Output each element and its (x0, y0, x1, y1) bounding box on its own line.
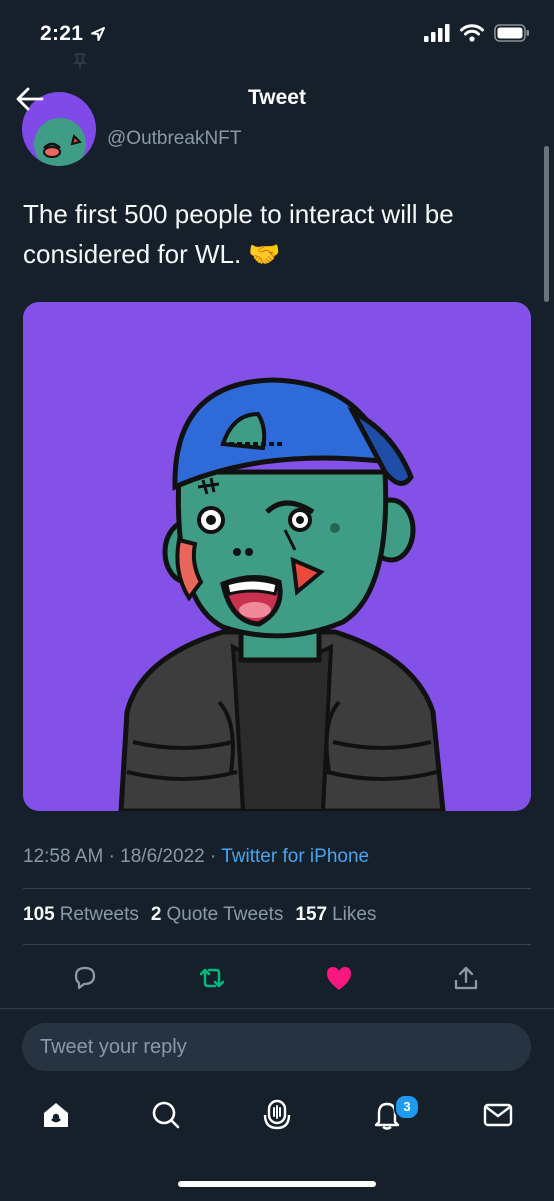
reply-icon (74, 966, 96, 990)
share-button[interactable] (446, 958, 486, 998)
scrolled-content (72, 52, 88, 75)
page-title: Tweet (248, 86, 306, 109)
share-icon (454, 966, 478, 990)
location-arrow-icon (91, 27, 105, 41)
author-handle[interactable]: @OutbreakNFT (107, 128, 241, 150)
tweet-time: 12:58 AM (23, 846, 104, 867)
tweet-timestamp: 12:58 AM · 18/6/2022 · Twitter for iPhon… (23, 846, 369, 868)
pin-icon (72, 53, 88, 69)
tab-messages[interactable] (473, 1090, 523, 1140)
cellular-signal-icon (424, 24, 450, 42)
spaces-icon (263, 1099, 291, 1130)
tab-search[interactable] (141, 1090, 191, 1140)
tweet-date: 18/6/2022 (120, 846, 205, 867)
engagement-stats: 105 Retweets 2 Quote Tweets 157 Likes (23, 904, 376, 926)
search-icon (152, 1101, 180, 1129)
divider (23, 944, 531, 945)
messages-icon (483, 1103, 513, 1127)
divider (23, 888, 531, 889)
notifications-badge: 3 (394, 1094, 420, 1120)
tab-spaces[interactable] (252, 1090, 302, 1140)
reply-button[interactable] (65, 958, 105, 998)
tab-bar (0, 1090, 554, 1146)
tweet-source-link[interactable]: Twitter for iPhone (221, 846, 369, 867)
heart-filled-icon (327, 967, 351, 990)
zombie-nft-image (118, 377, 446, 811)
reply-input[interactable]: Tweet your reply (22, 1023, 531, 1071)
tweet-text: The first 500 people to interact will be… (23, 199, 454, 269)
tweet-actions (0, 958, 554, 998)
header: Tweet (0, 74, 554, 124)
quote-tweets-stat[interactable]: 2 Quote Tweets (151, 904, 283, 926)
retweet-icon (199, 968, 225, 988)
meta-separator: · (108, 846, 121, 867)
scrollbar[interactable] (544, 146, 549, 302)
tweet-media[interactable] (23, 302, 531, 811)
likes-stat[interactable]: 157 Likes (295, 904, 376, 926)
like-button[interactable] (319, 958, 359, 998)
status-icons (424, 24, 530, 42)
status-time: 2:21 (40, 22, 84, 45)
retweets-stat[interactable]: 105 Retweets (23, 904, 139, 926)
meta-separator: · (209, 846, 222, 867)
home-indicator[interactable] (178, 1181, 376, 1187)
retweet-button[interactable] (192, 958, 232, 998)
battery-icon (494, 24, 529, 42)
tab-home[interactable] (31, 1090, 81, 1140)
home-icon (44, 1103, 68, 1127)
wifi-icon (460, 24, 484, 42)
